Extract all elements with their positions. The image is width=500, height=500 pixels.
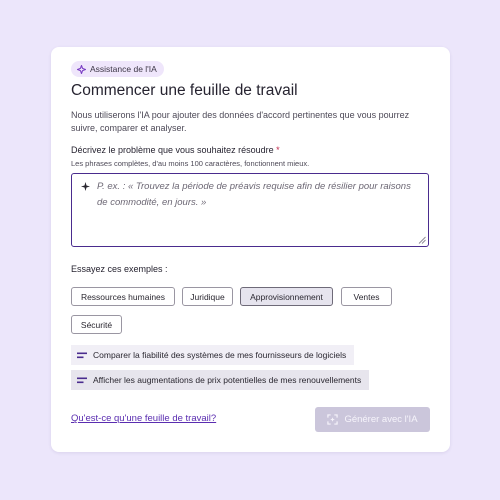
examples-label: Essayez ces exemples : xyxy=(71,264,168,274)
problem-field-label-text: Décrivez le problème que vous souhaitez … xyxy=(71,145,274,155)
generate-with-ai-button[interactable]: Générer avec l'IA xyxy=(315,407,430,432)
sparkle-icon xyxy=(81,182,90,191)
worksheet-help-link[interactable]: Qu'est-ce qu'une feuille de travail? xyxy=(71,413,216,424)
suggestion-text: Comparer la fiabilité des systèmes de me… xyxy=(93,350,347,360)
suggestion-text: Afficher les augmentations de prix poten… xyxy=(93,375,362,385)
example-chip-sales[interactable]: Ventes xyxy=(341,287,392,306)
ai-assist-badge: Assistance de l'IA xyxy=(71,61,164,77)
problem-field-label: Décrivez le problème que vous souhaitez … xyxy=(71,145,280,155)
generate-button-label: Générer avec l'IA xyxy=(344,414,418,425)
text-lines-icon xyxy=(77,352,87,358)
text-lines-icon xyxy=(77,377,87,383)
problem-textarea[interactable]: P. ex. : « Trouvez la période de préavis… xyxy=(71,173,429,247)
worksheet-card: Assistance de l'IA Commencer une feuille… xyxy=(51,47,450,452)
required-mark: * xyxy=(276,145,280,155)
suggestion-item[interactable]: Comparer la fiabilité des systèmes de me… xyxy=(71,345,355,365)
example-chip-legal[interactable]: Juridique xyxy=(182,287,233,306)
page-subtitle: Nous utiliserons l'IA pour ajouter des d… xyxy=(71,110,410,133)
problem-textarea-placeholder: P. ex. : « Trouvez la période de préavis… xyxy=(97,181,411,208)
problem-field-hint: Les phrases complètes, d'au moins 100 ca… xyxy=(71,159,310,168)
example-chip-procurement[interactable]: Approvisionnement xyxy=(240,287,333,306)
page-title: Commencer une feuille de travail xyxy=(71,82,298,99)
example-chip-hr[interactable]: Ressources humaines xyxy=(71,287,175,306)
example-chip-security[interactable]: Sécurité xyxy=(71,315,122,334)
suggestion-item[interactable]: Afficher les augmentations de prix poten… xyxy=(71,370,370,390)
resize-handle-icon[interactable] xyxy=(418,236,426,244)
ai-spark-icon xyxy=(77,64,86,74)
generate-icon xyxy=(327,414,339,425)
ai-assist-label: Assistance de l'IA xyxy=(90,64,157,74)
